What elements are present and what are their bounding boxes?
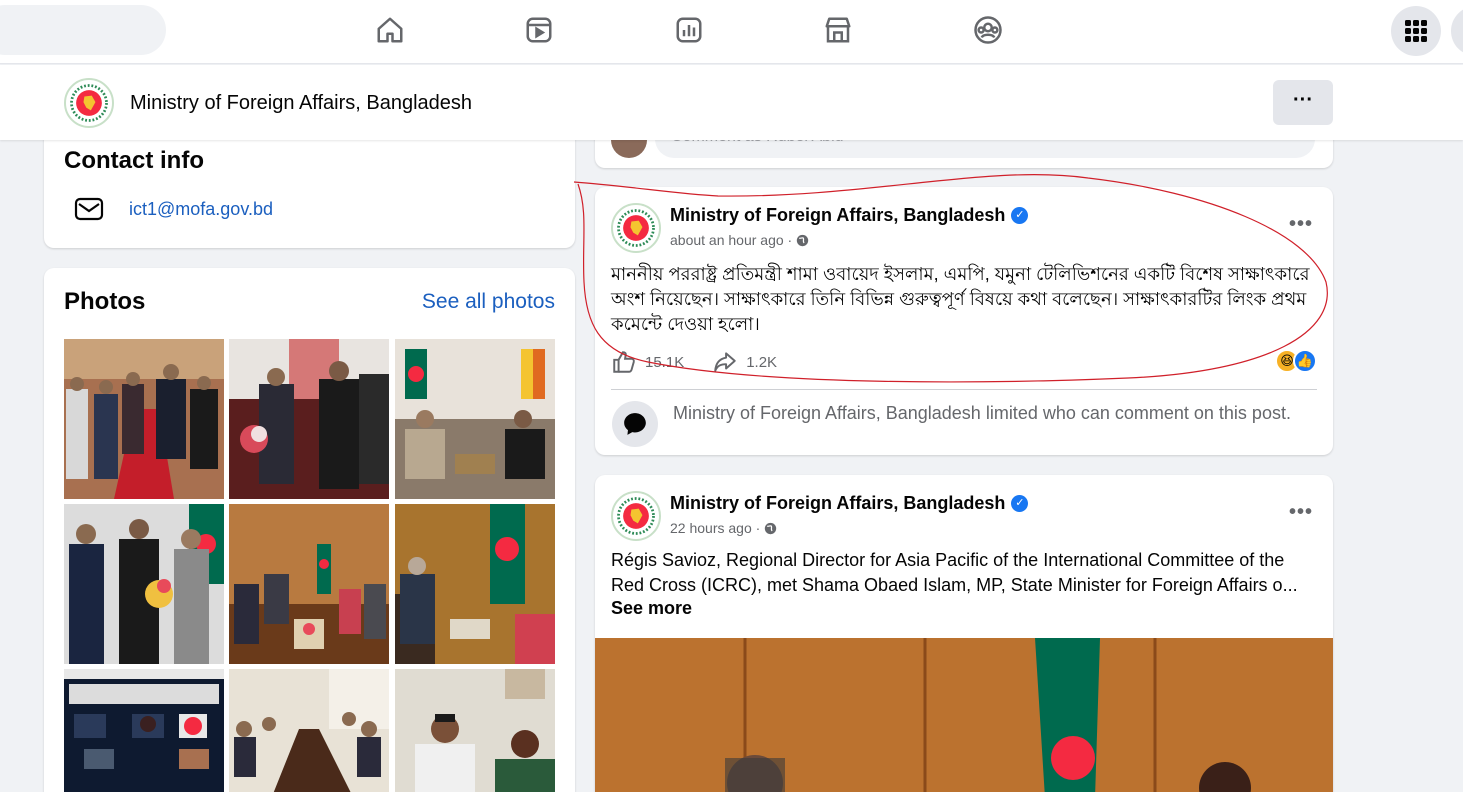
contact-info-card: Contact info ict1@mofa.gov.bd [44, 130, 575, 248]
post-author-avatar[interactable] [611, 203, 661, 253]
see-more-link[interactable]: See more [611, 598, 692, 619]
post-time-text[interactable]: about an hour ago · [670, 232, 792, 248]
post-card: Ministry of Foreign Affairs, Bangladesh … [595, 475, 1333, 792]
page-header: Ministry of Foreign Affairs, Bangladesh … [0, 65, 1463, 140]
like-reaction-icon: 👍 [1293, 349, 1317, 373]
page-title: Ministry of Foreign Affairs, Bangladesh [130, 92, 473, 114]
share-icon [714, 352, 736, 372]
post-menu-button[interactable]: ••• [1289, 213, 1313, 236]
post-card: Ministry of Foreign Affairs, Bangladesh … [595, 187, 1333, 455]
post-body-text: মাননীয় পররাষ্ট্র প্রতিমন্ত্রী শামা ওবায… [611, 264, 1310, 334]
groups-icon[interactable] [972, 14, 1004, 46]
verified-badge-icon: ✓ [1011, 495, 1029, 512]
contact-email-link[interactable]: ict1@mofa.gov.bd [129, 199, 273, 220]
photos-heading: Photos [64, 288, 146, 315]
search-bar[interactable] [0, 5, 166, 55]
mail-icon [74, 197, 104, 221]
video-icon[interactable] [523, 14, 555, 46]
photo-thumbnail[interactable] [395, 669, 555, 792]
post-stats: 15.1K 1.2K [611, 347, 1317, 377]
post-divider [611, 389, 1317, 390]
comment-limited-notice: Ministry of Foreign Affairs, Bangladesh … [673, 403, 1291, 423]
more-options-button[interactable]: ··· [1273, 80, 1333, 125]
like-button[interactable]: 15.1K [611, 349, 684, 375]
share-button[interactable]: 1.2K [712, 349, 777, 375]
photo-thumbnail[interactable] [64, 504, 224, 664]
share-count: 1.2K [746, 353, 778, 371]
post-author-name[interactable]: Ministry of Foreign Affairs, Bangladesh [670, 205, 1005, 226]
photos-card: Photos See all photos [44, 268, 575, 792]
post-time-text[interactable]: 22 hours ago · [670, 520, 760, 536]
post-image[interactable] [595, 638, 1333, 792]
top-navigation-bar [0, 0, 1463, 64]
post-body-text: Régis Savioz, Regional Director for Asia… [611, 550, 1298, 595]
see-all-photos-link[interactable]: See all photos [422, 290, 555, 314]
home-icon[interactable] [374, 14, 406, 46]
menu-grid-icon[interactable] [1391, 6, 1441, 56]
globe-icon [797, 234, 809, 246]
post-author-avatar[interactable] [611, 491, 661, 541]
comment-bubble-icon [612, 401, 658, 447]
photo-thumbnail[interactable] [229, 504, 389, 664]
photo-thumbnail[interactable] [64, 669, 224, 792]
post-author-name[interactable]: Ministry of Foreign Affairs, Bangladesh [670, 493, 1005, 514]
photo-thumbnail[interactable] [395, 339, 555, 499]
photo-thumbnail[interactable] [229, 669, 389, 792]
photo-thumbnail[interactable] [64, 339, 224, 499]
messenger-button[interactable] [1451, 6, 1463, 56]
photo-thumbnail[interactable] [395, 504, 555, 664]
post-menu-button[interactable]: ••• [1289, 501, 1313, 524]
marketplace-icon[interactable] [822, 14, 854, 46]
verified-badge-icon: ✓ [1011, 207, 1029, 224]
like-icon [613, 351, 635, 373]
page-logo[interactable] [64, 78, 114, 128]
post-timestamp: 22 hours ago · [670, 520, 777, 536]
contact-heading: Contact info [64, 147, 204, 174]
post-timestamp: about an hour ago · [670, 232, 809, 248]
post-author[interactable]: Ministry of Foreign Affairs, Bangladesh … [670, 493, 1029, 514]
like-count: 15.1K [645, 353, 685, 371]
insights-icon[interactable] [673, 14, 705, 46]
reactions-summary[interactable]: 😆 👍 [1275, 349, 1317, 373]
photo-thumbnail[interactable] [229, 339, 389, 499]
post-author[interactable]: Ministry of Foreign Affairs, Bangladesh … [670, 205, 1029, 226]
globe-icon [765, 522, 777, 534]
